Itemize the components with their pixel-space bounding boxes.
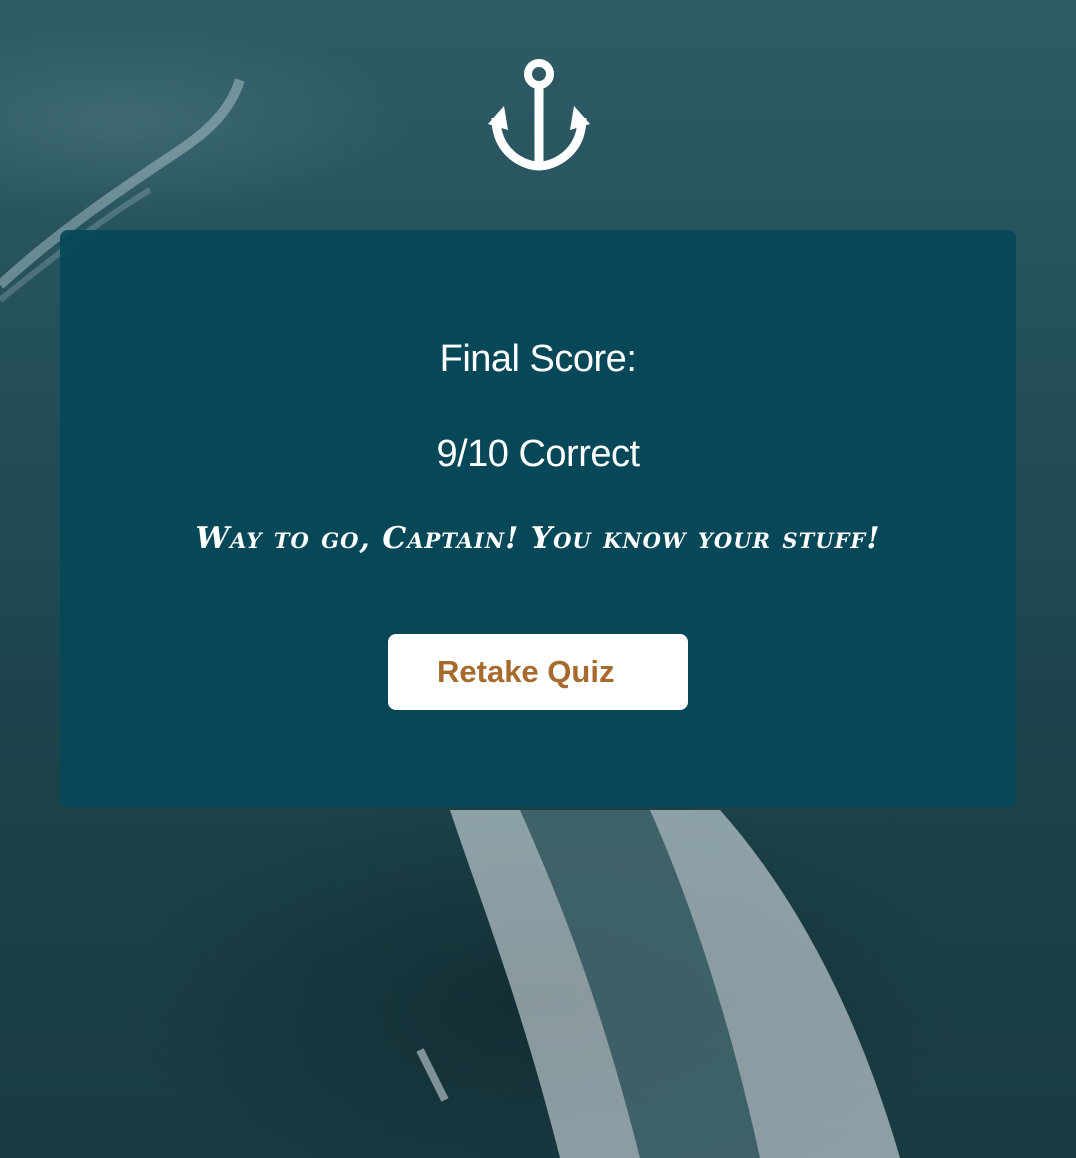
final-score-label: Final Score: [439, 338, 637, 380]
results-card [60, 230, 1016, 807]
score-value: 9/10 Correct [436, 433, 640, 475]
anchor-icon [488, 59, 590, 171]
retake-quiz-button[interactable]: Retake Quiz [388, 634, 688, 710]
result-message: Way to go, Captain! You know your stuff! [195, 521, 881, 556]
